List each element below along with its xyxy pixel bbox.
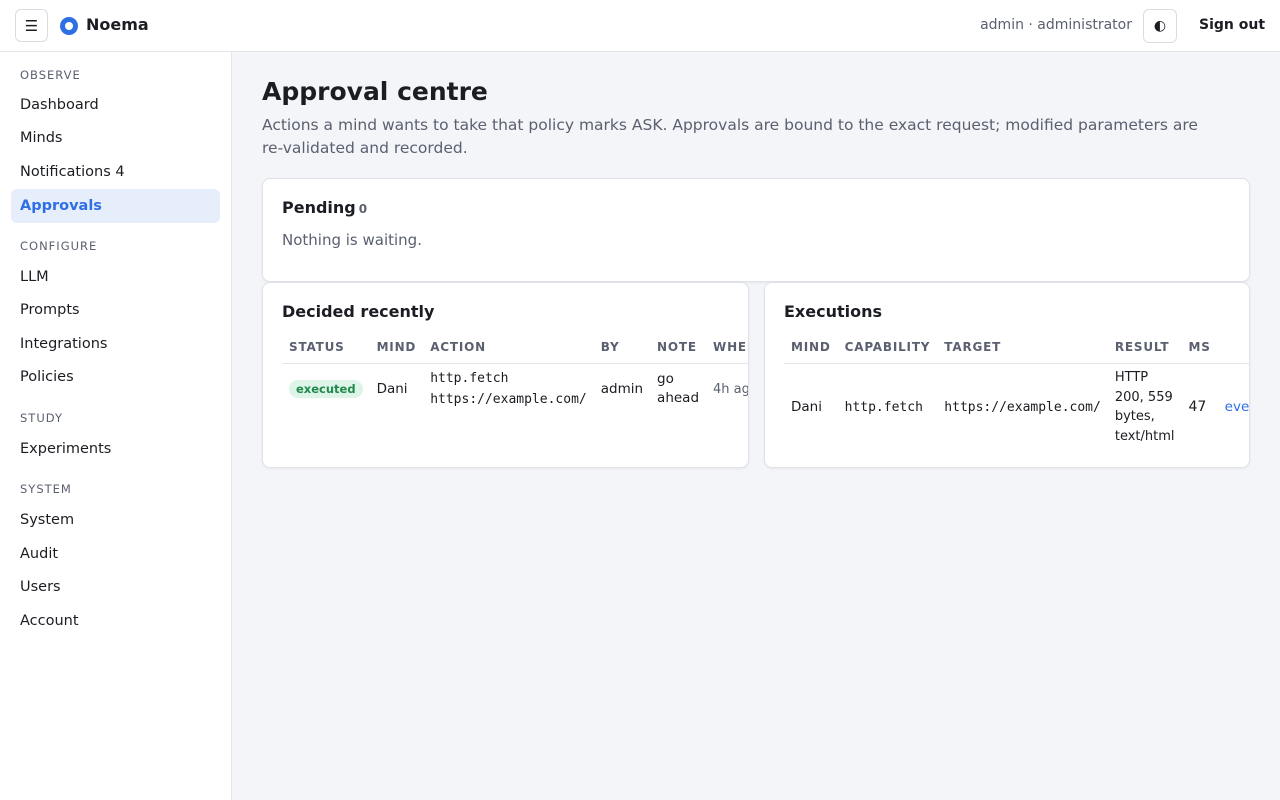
decided-card: Decided recently STATUS MIND ACTION BY N… bbox=[262, 282, 749, 468]
mind-cell: Dani bbox=[376, 381, 408, 398]
sidebar-item-account[interactable]: Account bbox=[11, 604, 220, 638]
status-cell: executed bbox=[282, 363, 370, 415]
target-cell: https://example.com/ bbox=[944, 399, 1101, 415]
link-cell: event bbox=[1218, 363, 1249, 451]
col-mind: MIND bbox=[369, 331, 424, 364]
brand-name[interactable]: Noema bbox=[86, 15, 149, 34]
table-row: Dani http.fetch https://example.com/ HTT… bbox=[784, 363, 1249, 451]
pending-title-text: Pending bbox=[282, 198, 356, 217]
executions-header-row: MIND CAPABILITY TARGET RESULT MS bbox=[784, 331, 1249, 364]
pending-count: 0 bbox=[358, 202, 368, 216]
mind-cell: Dani bbox=[791, 399, 822, 416]
col-capability: CAPABILITY bbox=[837, 331, 938, 364]
nav-group-system: SYSTEM bbox=[20, 482, 72, 496]
sidebar-item-prompts[interactable]: Prompts bbox=[11, 293, 220, 327]
sidebar-item-dashboard[interactable]: Dashboard bbox=[11, 88, 220, 122]
sidebar-item-notifications[interactable]: Notifications 4 bbox=[11, 155, 220, 189]
sidebar-item-minds[interactable]: Minds bbox=[11, 121, 220, 155]
user-label: admin · administrator bbox=[980, 17, 1132, 33]
sidebar-item-policies[interactable]: Policies bbox=[11, 360, 220, 394]
by-cell: admin bbox=[600, 381, 644, 398]
decided-header-row: STATUS MIND ACTION BY NOTE WHEN bbox=[282, 331, 748, 364]
result-cell: HTTP 200, 559 bytes, text/html bbox=[1114, 370, 1175, 444]
col-by: BY bbox=[593, 331, 651, 364]
decided-table: STATUS MIND ACTION BY NOTE WHEN executed… bbox=[282, 331, 748, 415]
pending-title: Pending 0 bbox=[282, 198, 367, 217]
executions-title: Executions bbox=[784, 302, 883, 321]
col-target: TARGET bbox=[937, 331, 1108, 364]
nav-group-study: STUDY bbox=[20, 411, 63, 425]
col-status: STATUS bbox=[282, 331, 370, 364]
executions-table: MIND CAPABILITY TARGET RESULT MS Dani ht… bbox=[784, 331, 1249, 451]
sidebar-item-audit[interactable]: Audit bbox=[11, 537, 220, 571]
action-capability: http.fetch bbox=[430, 371, 509, 387]
theme-toggle-icon[interactable]: ◐ bbox=[1143, 9, 1177, 43]
page-title: Approval centre bbox=[262, 77, 488, 106]
top-bar: ☰ Noema admin · administrator ◐ Sign out bbox=[0, 0, 1280, 52]
col-result: RESULT bbox=[1107, 331, 1182, 364]
action-cell: http.fetch https://example.com/ bbox=[423, 363, 594, 415]
event-link[interactable]: event bbox=[1225, 399, 1249, 415]
pending-card: Pending 0 Nothing is waiting. bbox=[262, 178, 1250, 282]
sidebar-item-llm[interactable]: LLM bbox=[11, 260, 220, 294]
status-badge: executed bbox=[289, 380, 363, 399]
col-link bbox=[1217, 331, 1249, 364]
table-row: executed Dani http.fetch https://example… bbox=[282, 363, 748, 415]
sidebar: OBSERVE Dashboard Minds Notifications 4 … bbox=[0, 52, 232, 800]
col-action: ACTION bbox=[423, 331, 594, 364]
sidebar-item-users[interactable]: Users bbox=[11, 570, 220, 604]
when-cell: 4h ago bbox=[713, 381, 748, 397]
action-target: https://example.com/ bbox=[430, 392, 587, 408]
ms-cell: 47 bbox=[1188, 399, 1207, 416]
pending-empty-message: Nothing is waiting. bbox=[282, 231, 422, 249]
note-cell: go ahead bbox=[657, 371, 700, 407]
nav-group-observe: OBSERVE bbox=[20, 68, 81, 82]
col-when: WHEN bbox=[706, 331, 748, 364]
executions-card: Executions MIND CAPABILITY TARGET RESULT… bbox=[764, 282, 1250, 468]
col-mind: MIND bbox=[784, 331, 838, 364]
col-note: NOTE bbox=[650, 331, 707, 364]
capability-cell: http.fetch bbox=[844, 399, 923, 415]
brand-logo-icon bbox=[60, 17, 78, 35]
sidebar-item-approvals[interactable]: Approvals bbox=[11, 189, 220, 223]
decided-title: Decided recently bbox=[282, 302, 435, 321]
sidebar-item-system[interactable]: System bbox=[11, 503, 220, 537]
sign-out-button[interactable]: Sign out bbox=[1199, 17, 1265, 33]
sidebar-item-integrations[interactable]: Integrations bbox=[11, 327, 220, 361]
nav-group-configure: CONFIGURE bbox=[20, 239, 98, 253]
col-ms: MS bbox=[1181, 331, 1218, 364]
sidebar-item-experiments[interactable]: Experiments bbox=[11, 432, 220, 466]
menu-icon[interactable]: ☰ bbox=[15, 9, 48, 42]
page-description: Actions a mind wants to take that policy… bbox=[262, 116, 1198, 157]
